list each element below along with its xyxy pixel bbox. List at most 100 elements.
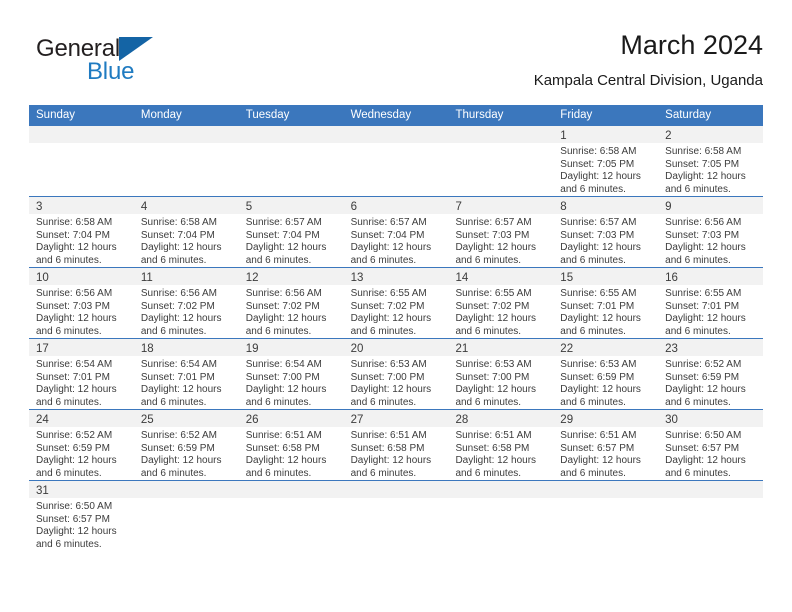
calendar-day-cell[interactable]: 4 Sunrise: 6:58 AM Sunset: 7:04 PM Daylight… <box>133 197 239 267</box>
calendar-day-cell[interactable]: 7 Sunrise: 6:57 AM Sunset: 7:03 PM Daylight… <box>448 197 554 267</box>
day-number: 1 <box>560 130 567 142</box>
calendar-day-cell[interactable]: 14 Sunrise: 6:55 AM Sunset: 7:02 PM Dayligh… <box>448 268 554 338</box>
daylight-text: and 6 minutes. <box>36 254 102 266</box>
calendar-day-cell[interactable]: 23 Sunrise: 6:52 AM Sunset: 6:59 PM Dayligh… <box>658 339 764 409</box>
calendar-day-cell-empty <box>553 481 659 553</box>
day-number: 13 <box>350 272 364 284</box>
calendar-day-cell[interactable]: 19 Sunrise: 6:54 AM Sunset: 7:00 PM Dayligh… <box>238 339 344 409</box>
daylight-text: Daylight: 12 hours <box>245 455 327 467</box>
day-detail-body: Sunrise: 6:57 AM Sunset: 7:03 PM Daylight:… <box>553 214 658 267</box>
day-number: 12 <box>245 272 259 284</box>
daylight-text: and 6 minutes. <box>140 396 207 408</box>
calendar-day-cell[interactable]: 11 Sunrise: 6:56 AM Sunset: 7:02 PM Dayligh… <box>133 268 239 338</box>
day-number: 8 <box>560 201 567 213</box>
day-number: 24 <box>36 414 49 426</box>
day-number-strip: 2 <box>658 126 764 143</box>
day-number-strip: 28 <box>448 410 554 427</box>
day-number: 14 <box>455 272 469 284</box>
sunrise-text: Sunrise: 6:58 AM <box>140 217 218 228</box>
day-detail-body: Sunrise: 6:51 AM Sunset: 6:57 PM Daylight:… <box>553 427 658 480</box>
daylight-text: Daylight: 12 hours <box>560 384 641 396</box>
calendar-page: General Blue March 2024 Kampala Central … <box>0 0 792 612</box>
daylight-text: Daylight: 12 hours <box>350 242 432 254</box>
calendar-week-row: 17 Sunrise: 6:54 AM Sunset: 7:01 PM Dayligh… <box>29 338 764 409</box>
calendar-day-cell[interactable]: 30 Sunrise: 6:50 AM Sunset: 6:57 PM Dayligh… <box>658 410 764 480</box>
calendar-day-cell[interactable]: 18 Sunrise: 6:54 AM Sunset: 7:01 PM Dayligh… <box>133 339 239 409</box>
calendar-day-cell-empty <box>238 126 344 196</box>
calendar-day-cell[interactable]: 16 Sunrise: 6:55 AM Sunset: 7:01 PM Dayligh… <box>658 268 764 338</box>
sunrise-text: Sunrise: 6:51 AM <box>245 430 322 441</box>
day-number-strip <box>658 481 764 498</box>
daylight-text: and 6 minutes. <box>36 325 102 337</box>
day-detail-body: Sunrise: 6:52 AM Sunset: 6:59 PM Daylight:… <box>29 427 134 480</box>
calendar-day-cell[interactable]: 21 Sunrise: 6:53 AM Sunset: 7:00 PM Dayligh… <box>448 339 554 409</box>
sunrise-text: Sunrise: 6:53 AM <box>560 359 637 370</box>
day-number-strip <box>29 126 134 143</box>
sunset-text: Sunset: 7:00 PM <box>350 371 425 383</box>
day-number: 17 <box>36 343 49 355</box>
calendar-day-cell[interactable]: 9 Sunrise: 6:56 AM Sunset: 7:03 PM Daylight… <box>658 197 764 267</box>
calendar-day-cell[interactable]: 31 Sunrise: 6:50 AM Sunset: 6:57 PM Dayligh… <box>29 481 134 553</box>
calendar-day-cell[interactable]: 26 Sunrise: 6:51 AM Sunset: 6:58 PM Dayligh… <box>238 410 344 480</box>
sunrise-text: Sunrise: 6:58 AM <box>36 217 113 228</box>
sunset-text: Sunset: 7:00 PM <box>245 371 320 383</box>
sunrise-text: Sunrise: 6:57 AM <box>350 217 427 228</box>
calendar-week-row: 1 Sunrise: 6:58 AM Sunset: 7:05 PM Daylight… <box>29 126 764 196</box>
day-detail-body <box>344 498 449 501</box>
logo-text-blue: Blue <box>87 58 135 85</box>
daylight-text: and 6 minutes. <box>665 254 731 266</box>
calendar-day-cell[interactable]: 6 Sunrise: 6:57 AM Sunset: 7:04 PM Daylight… <box>343 197 449 267</box>
day-number-strip: 23 <box>658 339 764 356</box>
weekday-header-thursday: Thursday <box>455 109 504 121</box>
calendar-day-cell[interactable]: 27 Sunrise: 6:51 AM Sunset: 6:58 PM Dayligh… <box>343 410 449 480</box>
calendar-day-cell[interactable]: 10 Sunrise: 6:56 AM Sunset: 7:03 PM Dayligh… <box>29 268 134 338</box>
day-detail-body <box>134 143 239 146</box>
calendar-day-cell[interactable]: 2 Sunrise: 6:58 AM Sunset: 7:05 PM Daylight… <box>658 126 764 196</box>
calendar-day-cell[interactable]: 5 Sunrise: 6:57 AM Sunset: 7:04 PM Daylight… <box>238 197 344 267</box>
daylight-text: Daylight: 12 hours <box>140 313 222 325</box>
day-number-strip: 20 <box>343 339 449 356</box>
day-detail-body: Sunrise: 6:55 AM Sunset: 7:02 PM Daylight:… <box>344 285 449 338</box>
calendar-day-cell[interactable]: 20 Sunrise: 6:53 AM Sunset: 7:00 PM Dayligh… <box>343 339 449 409</box>
calendar-grid: Sunday Monday Tuesday Wednesday Thursday Frid… <box>29 105 764 553</box>
sunrise-text: Sunrise: 6:57 AM <box>245 217 322 228</box>
calendar-day-cell[interactable]: 29 Sunrise: 6:51 AM Sunset: 6:57 PM Dayligh… <box>553 410 659 480</box>
sunrise-text: Sunrise: 6:51 AM <box>560 430 637 441</box>
day-number-strip: 3 <box>29 197 134 214</box>
calendar-day-cell[interactable]: 28 Sunrise: 6:51 AM Sunset: 6:58 PM Dayligh… <box>448 410 554 480</box>
day-number: 28 <box>455 414 469 426</box>
day-number-strip: 19 <box>238 339 344 356</box>
daylight-text: and 6 minutes. <box>36 538 102 550</box>
sunset-text: Sunset: 6:59 PM <box>560 371 635 383</box>
daylight-text: Daylight: 12 hours <box>455 455 537 467</box>
daylight-text: Daylight: 12 hours <box>665 313 746 325</box>
day-detail-body: Sunrise: 6:58 AM Sunset: 7:05 PM Daylight:… <box>658 143 763 196</box>
day-number-strip: 6 <box>343 197 449 214</box>
sunrise-text: Sunrise: 6:57 AM <box>455 217 532 228</box>
sunset-text: Sunset: 7:04 PM <box>350 229 425 241</box>
day-number-strip: 13 <box>343 268 449 285</box>
calendar-day-cell[interactable]: 24 Sunrise: 6:52 AM Sunset: 6:59 PM Dayligh… <box>29 410 134 480</box>
calendar-day-cell[interactable]: 3 Sunrise: 6:58 AM Sunset: 7:04 PM Daylight… <box>29 197 134 267</box>
day-number: 2 <box>665 130 672 142</box>
day-number-strip <box>343 481 449 498</box>
daylight-text: Daylight: 12 hours <box>560 313 641 325</box>
calendar-day-cell[interactable]: 22 Sunrise: 6:53 AM Sunset: 6:59 PM Dayligh… <box>553 339 659 409</box>
calendar-day-cell[interactable]: 1 Sunrise: 6:58 AM Sunset: 7:05 PM Daylight… <box>553 126 659 196</box>
day-number: 18 <box>140 343 154 355</box>
calendar-day-cell[interactable]: 12 Sunrise: 6:56 AM Sunset: 7:02 PM Dayligh… <box>238 268 344 338</box>
calendar-week-row: 31 Sunrise: 6:50 AM Sunset: 6:57 PM Dayligh… <box>29 480 764 553</box>
day-number: 27 <box>350 414 364 426</box>
calendar-day-cell[interactable]: 8 Sunrise: 6:57 AM Sunset: 7:03 PM Daylight… <box>553 197 659 267</box>
sunset-text: Sunset: 7:01 PM <box>140 371 215 383</box>
sunrise-text: Sunrise: 6:56 AM <box>665 217 742 228</box>
daylight-text: and 6 minutes. <box>245 254 312 266</box>
calendar-day-cell[interactable]: 25 Sunrise: 6:52 AM Sunset: 6:59 PM Dayligh… <box>133 410 239 480</box>
page-subtitle: Kampala Central Division, Uganda <box>533 72 763 89</box>
calendar-day-cell[interactable]: 17 Sunrise: 6:54 AM Sunset: 7:01 PM Dayligh… <box>29 339 134 409</box>
calendar-day-cell[interactable]: 13 Sunrise: 6:55 AM Sunset: 7:02 PM Dayligh… <box>343 268 449 338</box>
calendar-day-cell[interactable]: 15 Sunrise: 6:55 AM Sunset: 7:01 PM Dayligh… <box>553 268 659 338</box>
day-number-strip: 24 <box>29 410 134 427</box>
daylight-text: and 6 minutes. <box>665 467 731 479</box>
sunset-text: Sunset: 7:01 PM <box>560 300 635 312</box>
